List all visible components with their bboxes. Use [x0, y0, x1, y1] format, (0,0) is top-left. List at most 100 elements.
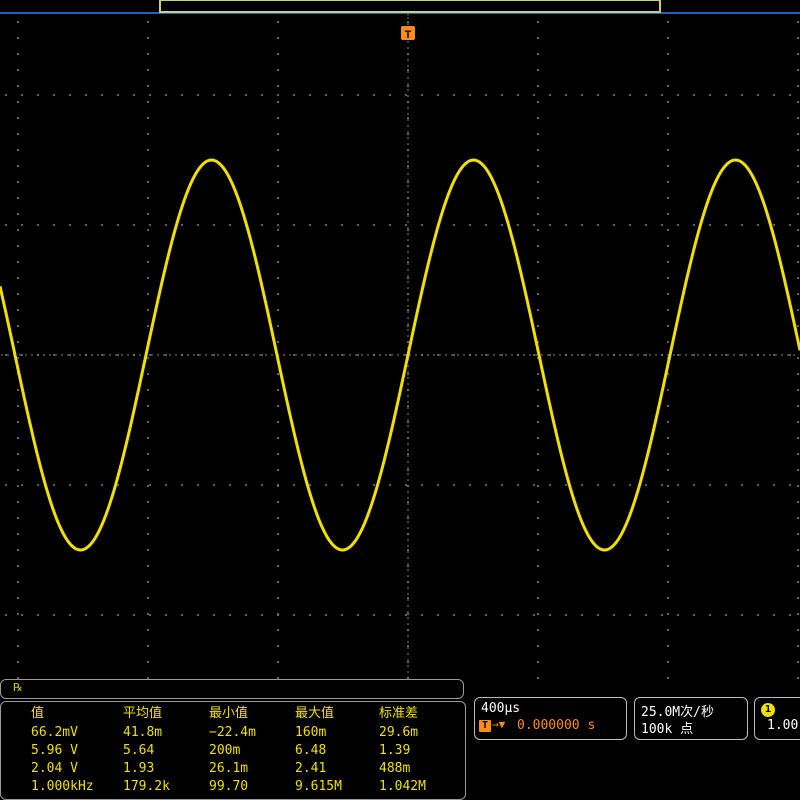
grid-dot [165, 484, 167, 486]
grid-dot [147, 517, 149, 519]
waveform-display[interactable]: T [0, 14, 800, 680]
grid-dot [407, 323, 409, 325]
grid-dot [517, 94, 519, 96]
grid-dot [147, 133, 149, 135]
grid-dot [337, 354, 339, 356]
grid-dot [407, 581, 409, 583]
grid-dot [407, 623, 409, 625]
grid-dot [437, 614, 439, 616]
grid-dot [537, 53, 539, 55]
grid-dot [147, 389, 149, 391]
grid-dot [241, 354, 243, 356]
grid-dot [667, 405, 669, 407]
grid-dot [549, 94, 551, 96]
grid-dot [693, 484, 695, 486]
grid-dot [533, 94, 535, 96]
grid-dot [537, 85, 539, 87]
grid-dot [597, 354, 599, 356]
grid-dot [703, 354, 705, 356]
grid-dot [325, 614, 327, 616]
grid-dot [797, 213, 799, 215]
grid-dot [797, 677, 799, 679]
grid-dot [667, 85, 669, 87]
grid-dot [133, 224, 135, 226]
grid-dot [85, 94, 87, 96]
grid-dot [407, 173, 409, 175]
grid-dot [667, 69, 669, 71]
grid-dot [53, 224, 55, 226]
grid-dot [407, 473, 409, 475]
grid-dot [407, 215, 409, 217]
grid-dot [407, 453, 409, 455]
grid-dot [537, 197, 539, 199]
grid-dot [537, 405, 539, 407]
grid-dot [407, 77, 409, 79]
record-length: 100k 点 [641, 722, 694, 737]
grid-dot [481, 354, 483, 356]
grid-dot [769, 354, 771, 356]
grid-dot [407, 479, 409, 481]
grid-dot [277, 549, 279, 551]
grid-dot [147, 261, 149, 263]
grid-dot [407, 161, 409, 163]
measurement-results-table[interactable]: 值 平均值 最小值 最大值 标准差 66.2mV 41.8m −22.4m 16… [0, 701, 466, 800]
record-view-window[interactable] [159, 0, 661, 13]
grid-dot [537, 629, 539, 631]
grid-dot [17, 181, 19, 183]
grid-dot [613, 94, 615, 96]
grid-dot [725, 484, 727, 486]
grid-dot [537, 325, 539, 327]
grid-dot [501, 224, 503, 226]
grid-dot [147, 213, 149, 215]
grid-dot [277, 469, 279, 471]
grid-dot [407, 213, 409, 215]
grid-dot [37, 614, 39, 616]
table-cell: 5.96 V [31, 743, 78, 758]
channel-1-panel[interactable]: 1 1.00 [754, 697, 800, 740]
grid-dot [389, 614, 391, 616]
grid-dot [407, 137, 409, 139]
grid-dot [407, 527, 409, 529]
grid-dot [69, 614, 71, 616]
grid-dot [407, 467, 409, 469]
grid-dot [69, 94, 71, 96]
grid-dot [537, 149, 539, 151]
grid-dot [407, 533, 409, 535]
grid-dot [407, 125, 409, 127]
grid-dot [517, 614, 519, 616]
grid-dot [407, 185, 409, 187]
grid-dot [407, 65, 409, 67]
grid-dot [789, 614, 791, 616]
grid-dot [277, 661, 279, 663]
grid-dot [349, 354, 351, 356]
acquisition-panel[interactable]: 25.0M次/秒 100k 点 [634, 697, 748, 740]
grid-dot [367, 354, 369, 356]
grid-dot [797, 645, 799, 647]
grid-dot [661, 484, 663, 486]
measurement-badge-bar[interactable]: ℞ [0, 679, 464, 699]
grid-dot [213, 94, 215, 96]
grid-dot [407, 551, 409, 553]
grid-dot [407, 179, 409, 181]
grid-dot [797, 85, 799, 87]
grid-dot [37, 354, 39, 356]
grid-dot [407, 233, 409, 235]
grid-dot [149, 484, 151, 486]
grid-dot [133, 614, 135, 616]
grid-dot [537, 293, 539, 295]
grid-dot [667, 325, 669, 327]
grid-dot [101, 224, 103, 226]
grid-dot [117, 94, 119, 96]
channel-1-scale: 1.00 [767, 718, 799, 733]
grid-dot [101, 484, 103, 486]
grid-dot [797, 453, 799, 455]
grid-dot [211, 354, 213, 356]
horizontal-settings-panel[interactable]: 400µs T →▼ 0.000000 s [474, 697, 627, 740]
grid-dot [407, 167, 409, 169]
grid-dot [407, 305, 409, 307]
grid-dot [277, 277, 279, 279]
grid-dot [797, 485, 799, 487]
grid-dot [277, 69, 279, 71]
record-view-bar[interactable] [0, 0, 800, 14]
grid-dot [147, 197, 149, 199]
